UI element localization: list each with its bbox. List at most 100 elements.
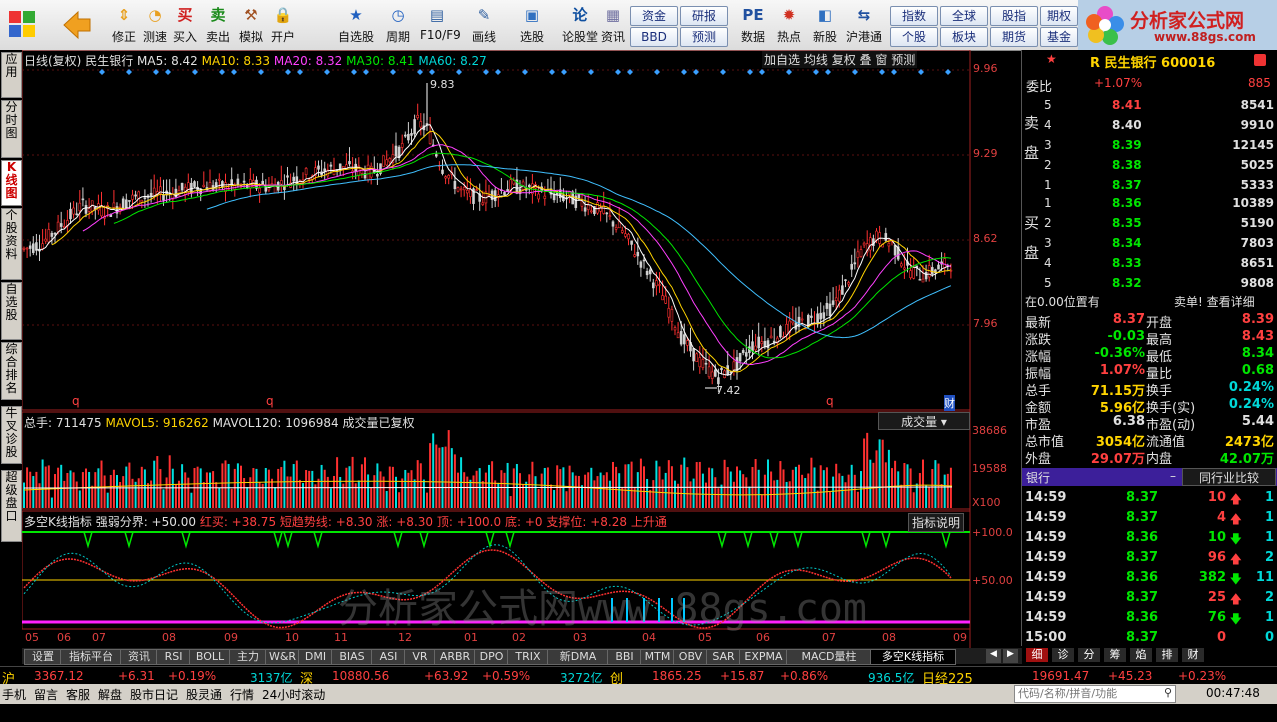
single-stock-button[interactable]: 个股 (890, 27, 938, 47)
indicator-tab[interactable]: VR (404, 649, 436, 665)
数据-button[interactable]: PE 数据 (736, 2, 770, 48)
panel-tab[interactable]: 焰 (1130, 648, 1152, 662)
sector-button[interactable]: 板块 (940, 27, 988, 47)
sell-level-row[interactable]: 3 8.39 12145 (1022, 138, 1277, 154)
volume-selector[interactable]: 成交量 ▾ (878, 412, 970, 430)
indicator-tab[interactable]: OBV (673, 649, 708, 665)
status-bar-item[interactable]: 留言 (34, 686, 58, 703)
global-button[interactable]: 全球 (940, 6, 988, 26)
panel-tab[interactable]: 筹 (1104, 648, 1126, 662)
tab-diagnosis[interactable]: 牛叉诊股 (1, 406, 22, 464)
menu-icon[interactable] (1254, 54, 1266, 66)
测速-button[interactable]: ◔ 测速 (138, 2, 172, 48)
tab-super-order[interactable]: 超级盘口 (1, 470, 22, 542)
sell-level-row[interactable]: 1 8.37 5333 (1022, 178, 1277, 194)
futures-button[interactable]: 期货 (990, 27, 1038, 47)
修正-button[interactable]: ⇕ 修正 (107, 2, 141, 48)
indicator-tab[interactable]: EXPMA (739, 649, 788, 665)
sell-level-row[interactable]: 2 8.38 5025 (1022, 158, 1277, 174)
panel-tab[interactable]: 分 (1078, 648, 1100, 662)
collapse-icon[interactable]: – (1170, 469, 1176, 483)
sh-index[interactable]: 3367.12 (34, 669, 84, 683)
panel-tab[interactable]: 财 (1182, 648, 1204, 662)
status-bar-item[interactable]: 行情 (230, 686, 254, 703)
tab-kline[interactable]: K线图 (1, 160, 22, 206)
选股-button[interactable]: ▣ 选股 (515, 2, 549, 48)
indicator-tab[interactable]: 指标平台 (60, 649, 122, 665)
周期-button[interactable]: ◷ 周期 (381, 2, 415, 48)
buy-level-row[interactable]: 3 8.34 7803 (1022, 236, 1277, 252)
window-button[interactable]: 窗 (875, 53, 887, 67)
compare-button[interactable]: 同行业比较 (1182, 468, 1276, 486)
status-bar-item[interactable]: 客服 (66, 686, 90, 703)
options-button[interactable]: 期权 (1040, 6, 1078, 26)
panel-tab[interactable]: 排 (1156, 648, 1178, 662)
indicator-tab[interactable]: W&R (265, 649, 300, 665)
scroll-right-icon[interactable]: ▶ (1003, 649, 1018, 663)
scroll-left-icon[interactable]: ◀ (986, 649, 1001, 663)
tab-ranking[interactable]: 综合排名 (1, 342, 22, 400)
tab-intraday[interactable]: 分时图 (1, 100, 22, 158)
research-button[interactable]: 研报 (680, 6, 728, 26)
status-bar-item[interactable]: 股灵通 (186, 686, 222, 703)
indicator-explain-button[interactable]: 指标说明 (908, 513, 965, 532)
tab-watchlist[interactable]: 自选股 (1, 282, 22, 340)
tab-stock-info[interactable]: 个股资料 (1, 208, 22, 280)
indicator-tab[interactable]: MACD量柱 (786, 649, 872, 665)
status-bar-item[interactable]: 解盘 (98, 686, 122, 703)
panel-tab[interactable]: 诊 (1052, 648, 1074, 662)
star-icon[interactable]: ★ (1046, 52, 1057, 66)
panel-tab[interactable]: 细 (1026, 648, 1048, 662)
tab-scroll-arrows[interactable]: ◀ ▶ (986, 649, 1020, 663)
资讯-button[interactable]: ▦ 资讯 (596, 2, 630, 48)
nk-index[interactable]: 19691.47 (1032, 669, 1089, 683)
bbd-button[interactable]: BBD (630, 27, 678, 47)
code-search-input[interactable] (1015, 686, 1161, 701)
indicator-tab[interactable]: DMI (298, 649, 333, 665)
forecast-button[interactable]: 预测 (680, 27, 728, 47)
predict-button[interactable]: 预测 (891, 53, 915, 67)
indicator-tab[interactable]: TRIX (507, 649, 549, 665)
模拟-button[interactable]: ⚒ 模拟 (234, 2, 268, 48)
indicator-tab[interactable]: 新DMA (547, 649, 609, 665)
F10-F9-button[interactable]: ▤ F10/F9 (420, 2, 461, 48)
indicator-tab[interactable]: ASI (371, 649, 406, 665)
fund-button[interactable]: 资金 (630, 6, 678, 26)
画线-button[interactable]: ✎ 画线 (467, 2, 501, 48)
index-button[interactable]: 指数 (890, 6, 938, 26)
search-icon[interactable]: ⚲ (1164, 686, 1172, 699)
ma-button[interactable]: 均线 (804, 53, 828, 67)
indicator-tab[interactable]: 主力 (229, 649, 267, 665)
sell-level-row[interactable]: 4 8.40 9910 (1022, 118, 1277, 134)
自选股-button[interactable]: ★ 自选股 (334, 2, 378, 48)
fund-button-2[interactable]: 基金 (1040, 27, 1078, 47)
沪港通-button[interactable]: ⇆ 沪港通 (842, 2, 886, 48)
cy-index[interactable]: 1865.25 (652, 669, 702, 683)
indicator-tab[interactable]: 资讯 (120, 649, 158, 665)
financial-marker[interactable]: 财 (944, 395, 955, 411)
buy-level-row[interactable]: 4 8.33 8651 (1022, 256, 1277, 272)
买入-button[interactable]: 买买入 (168, 2, 202, 48)
sell-level-row[interactable]: 5 8.41 8541 (1022, 98, 1277, 114)
status-bar-item[interactable]: 24小时滚动 (262, 686, 325, 703)
restore-rights-button[interactable]: 复权 (832, 53, 856, 67)
卖出-button[interactable]: 卖卖出 (201, 2, 235, 48)
indicator-tab[interactable]: 设置 (24, 649, 62, 665)
indicator-tab[interactable]: ARBR (434, 649, 476, 665)
kline-chart-area[interactable] (22, 50, 1021, 648)
indicator-tab[interactable]: SAR (706, 649, 741, 665)
buy-level-row[interactable]: 1 8.36 10389 (1022, 196, 1277, 212)
indicator-tab[interactable]: RSI (156, 649, 191, 665)
buy-level-row[interactable]: 2 8.35 5190 (1022, 216, 1277, 232)
indicator-tab[interactable]: MTM (640, 649, 675, 665)
status-bar-item[interactable]: 股市日记 (130, 686, 178, 703)
indicator-tab[interactable]: 多空K线指标 (870, 649, 956, 665)
sz-index[interactable]: 10880.56 (332, 669, 389, 683)
indicator-tab[interactable]: BIAS (331, 649, 373, 665)
code-search-box[interactable]: ⚲ (1014, 685, 1176, 703)
sector-row[interactable]: 银行 – 同行业比较 (1022, 468, 1277, 486)
indicator-tab[interactable]: BOLL (189, 649, 231, 665)
status-bar-item[interactable]: 手机 (2, 686, 26, 703)
tab-apps[interactable]: 应用 (1, 52, 22, 98)
detail-link[interactable]: 卖单! 查看详细 (1174, 293, 1255, 310)
